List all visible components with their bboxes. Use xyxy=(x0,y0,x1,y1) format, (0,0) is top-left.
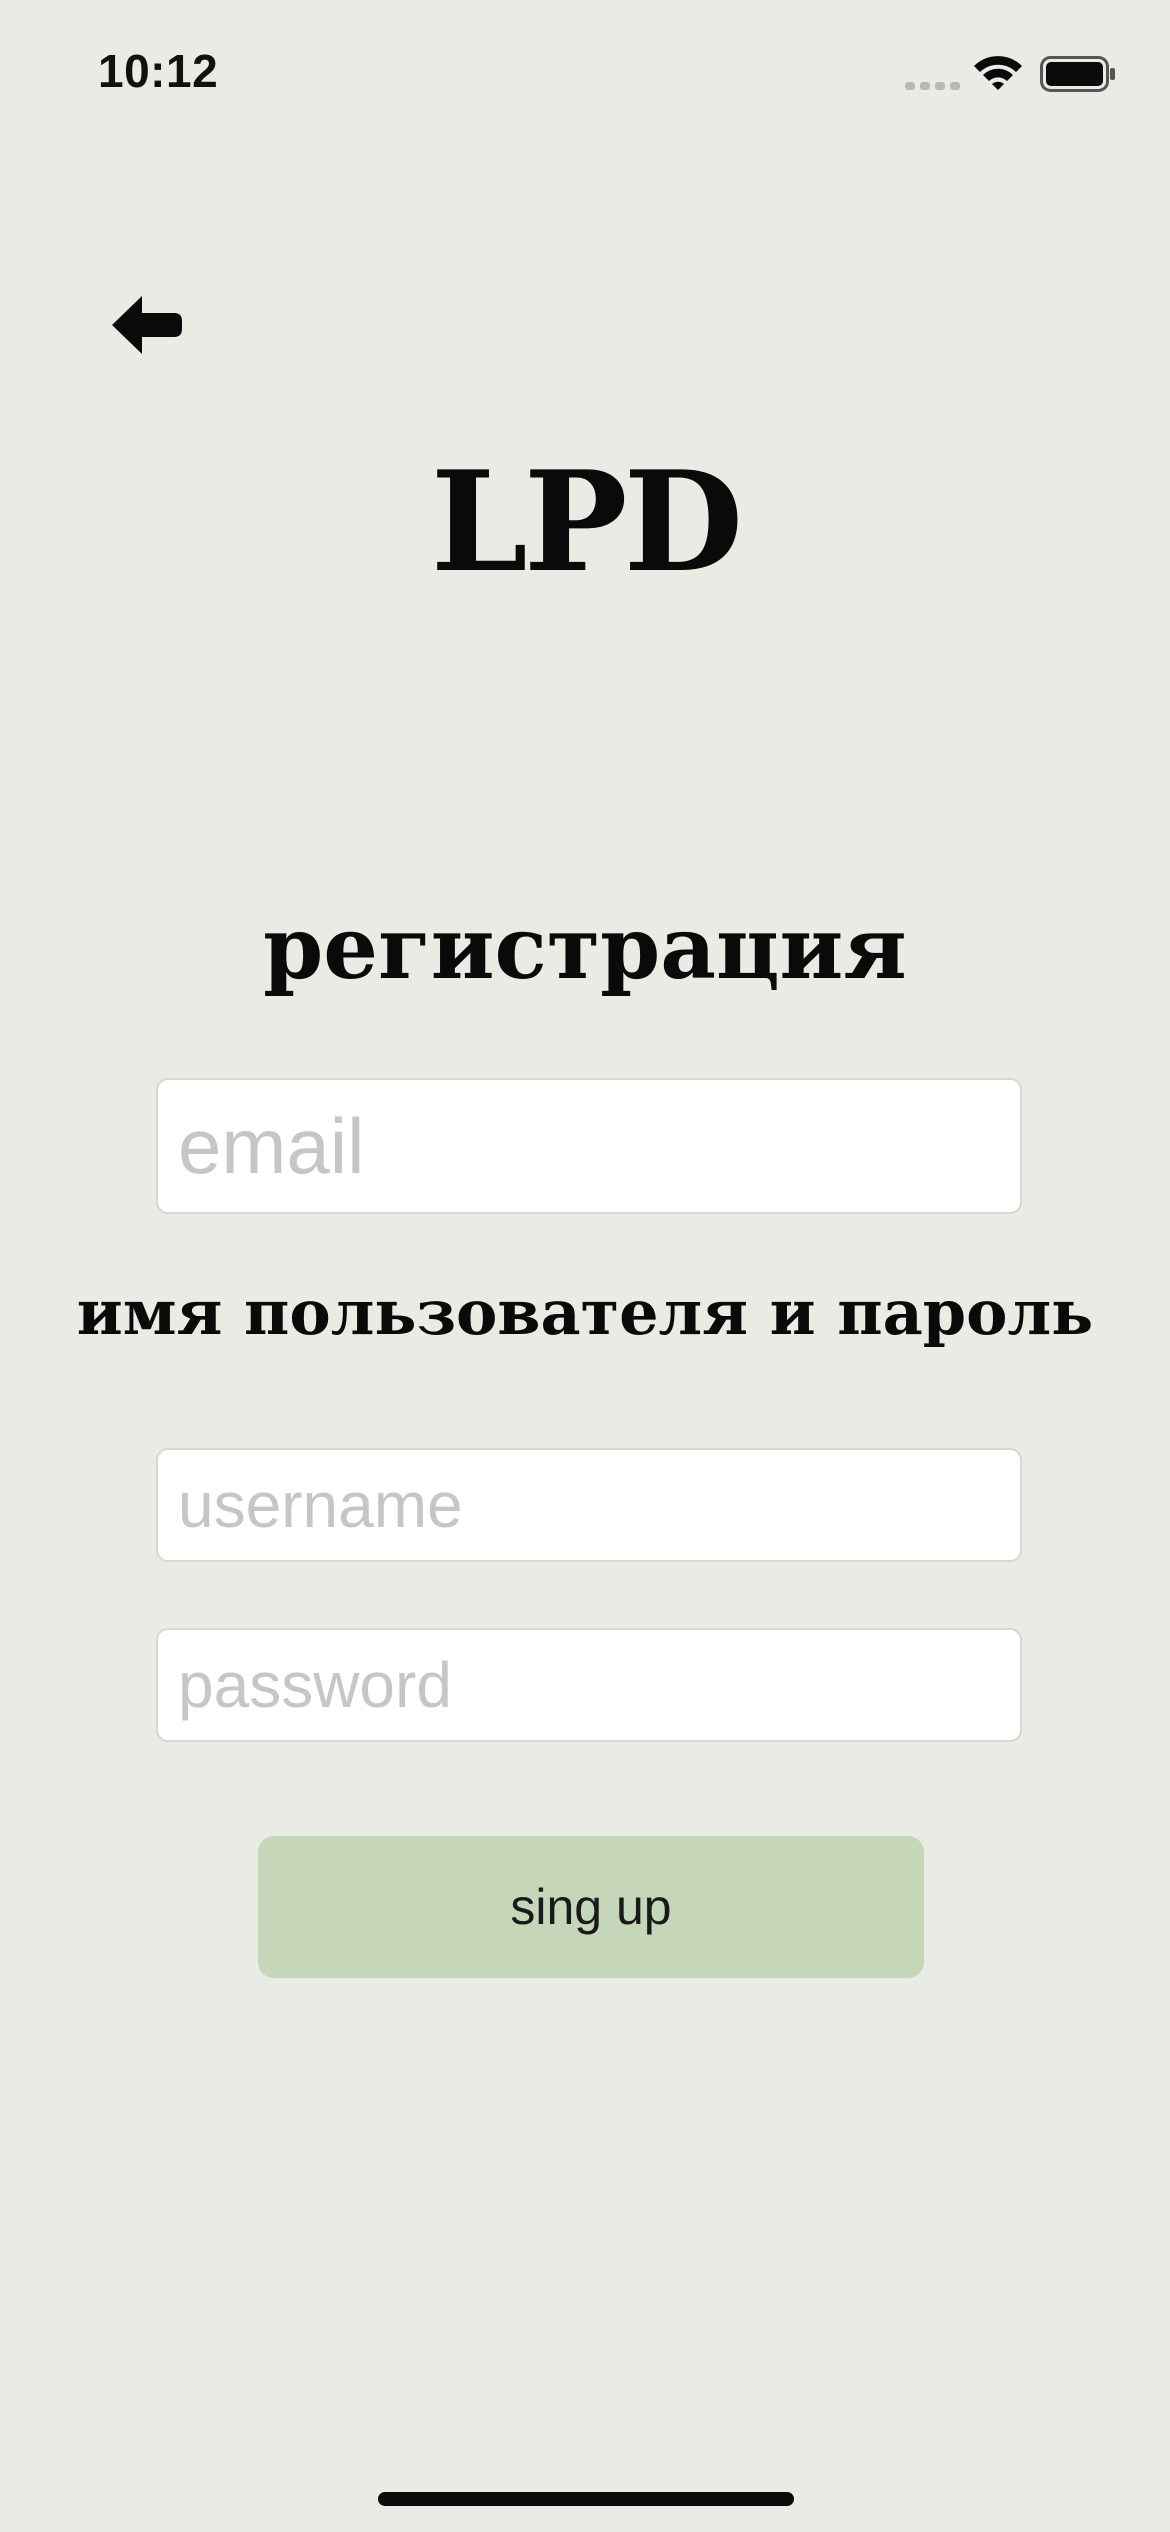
cellular-signal-icon xyxy=(905,82,960,90)
back-button[interactable] xyxy=(108,290,188,360)
password-field[interactable] xyxy=(156,1628,1022,1742)
arrow-left-icon xyxy=(112,296,182,354)
email-field[interactable] xyxy=(156,1078,1022,1214)
sign-up-button[interactable]: sing up xyxy=(258,1836,924,1978)
credentials-title: имя пользователя и пароль xyxy=(76,1276,1094,1349)
registration-title: регистрация xyxy=(263,898,907,999)
status-time: 10:12 xyxy=(98,45,219,97)
battery-icon xyxy=(1040,56,1115,92)
username-field[interactable] xyxy=(156,1448,1022,1562)
status-bar: 10:12 xyxy=(0,0,1170,140)
wifi-icon xyxy=(974,56,1022,90)
app-logo-title: LPD xyxy=(430,440,743,603)
home-indicator[interactable] xyxy=(378,2492,794,2506)
